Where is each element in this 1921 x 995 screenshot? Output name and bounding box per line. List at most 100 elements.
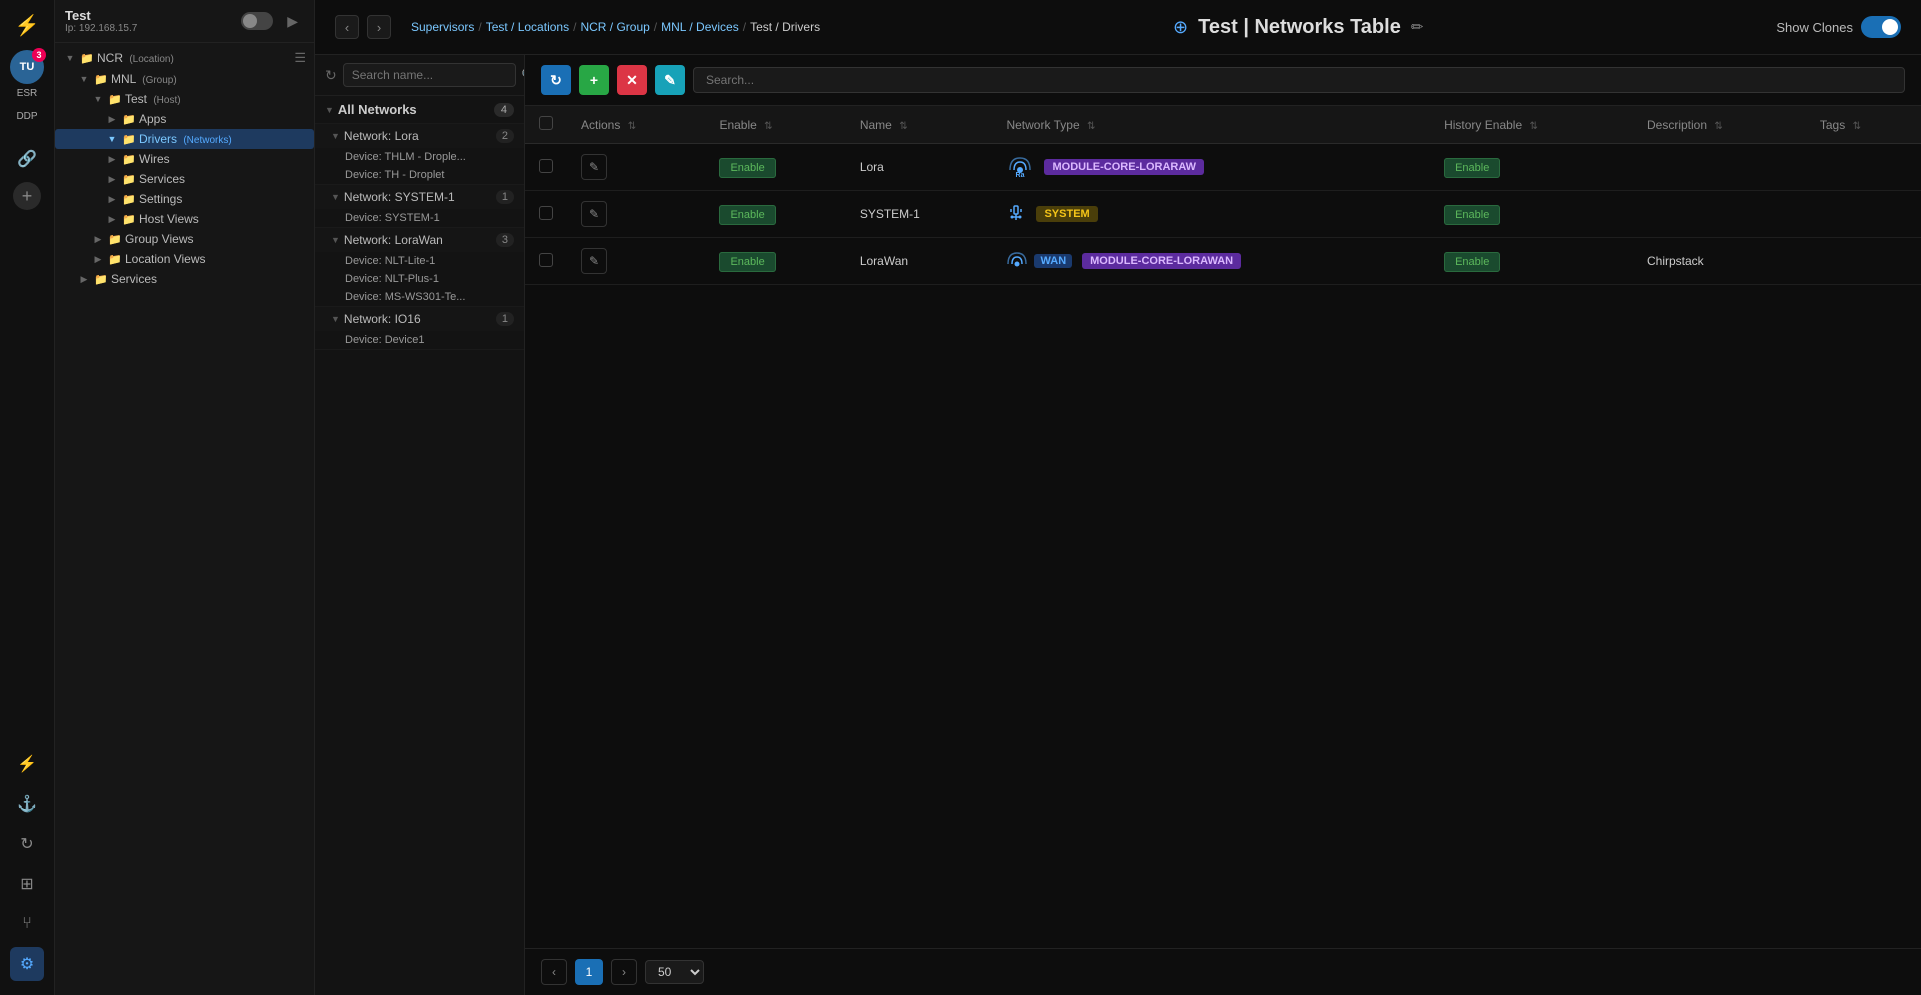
network-group-lora-header[interactable]: ▼ Network: Lora 2 bbox=[315, 124, 524, 148]
select-lora-checkbox[interactable] bbox=[539, 159, 553, 173]
current-page-number[interactable]: 1 bbox=[575, 959, 603, 985]
chevron-host-views: ▶ bbox=[105, 212, 119, 226]
anchor-icon[interactable]: ⚓ bbox=[10, 787, 44, 821]
device-device1[interactable]: Device: Device1 bbox=[315, 331, 524, 349]
chevron-mnl: ▼ bbox=[77, 72, 91, 86]
th-network-type[interactable]: Network Type ⇅ bbox=[992, 106, 1430, 144]
grid-icon[interactable]: ⊞ bbox=[10, 867, 44, 901]
sidebar-item-host-views[interactable]: ▶ 📁 Host Views bbox=[55, 209, 314, 229]
topbar-nav: ‹ › bbox=[335, 15, 391, 39]
target-icon: ⊕ bbox=[1173, 17, 1188, 38]
edit-system1-button[interactable]: ✎ bbox=[581, 201, 607, 227]
th-history-enable[interactable]: History Enable ⇅ bbox=[1430, 106, 1633, 144]
sidebar-label-apps: Apps bbox=[139, 112, 166, 126]
user-avatar-tu[interactable]: TU 3 bbox=[10, 50, 44, 84]
td-name-lora: Lora bbox=[846, 144, 993, 191]
device-ms-ws301[interactable]: Device: MS-WS301-Te... bbox=[315, 288, 524, 306]
sidebar: Test Ip: 192.168.15.7 ▶ ▼ 📁 NCR (Locatio… bbox=[55, 0, 315, 995]
th-enable[interactable]: Enable ⇅ bbox=[705, 106, 845, 144]
rail-add-button[interactable]: + bbox=[13, 182, 41, 210]
th-actions[interactable]: Actions ⇅ bbox=[567, 106, 705, 144]
sidebar-item-drivers[interactable]: ▼ 📁 Drivers (Networks) bbox=[55, 129, 314, 149]
chevron-group-views: ▶ bbox=[91, 232, 105, 246]
nav-back-button[interactable]: ‹ bbox=[335, 15, 359, 39]
td-actions-system1: ✎ bbox=[567, 191, 705, 238]
device-nlt-plus[interactable]: Device: NLT-Plus-1 bbox=[315, 270, 524, 288]
sidebar-item-settings[interactable]: ▶ 📁 Settings bbox=[55, 189, 314, 209]
table-row-lorawan: ✎ Enable LoraWan bbox=[525, 238, 1921, 285]
gear-icon[interactable]: ⚙ bbox=[10, 947, 44, 981]
sidebar-item-group-views[interactable]: ▶ 📁 Group Views bbox=[55, 229, 314, 249]
sidebar-label-location-views: Location Views bbox=[125, 252, 206, 266]
all-networks-header[interactable]: ▼ All Networks 4 bbox=[315, 96, 524, 124]
sidebar-title: Test bbox=[65, 8, 137, 23]
main-area: ‹ › Supervisors / Test / Locations / NCR… bbox=[315, 0, 1921, 995]
refresh-icon[interactable]: ↻ bbox=[10, 827, 44, 861]
page-size-select[interactable]: 10 20 50 100 bbox=[645, 960, 704, 984]
folder-host-views-icon: 📁 bbox=[122, 212, 136, 226]
select-system1-checkbox[interactable] bbox=[539, 206, 553, 220]
edit-lorawan-button[interactable]: ✎ bbox=[581, 248, 607, 274]
sidebar-item-services-top[interactable]: ▶ 📁 Services bbox=[55, 269, 314, 289]
sidebar-item-test[interactable]: ▼ 📁 Test (Host) bbox=[55, 89, 314, 109]
sidebar-item-ncr[interactable]: ▼ 📁 NCR (Location) ☰ bbox=[55, 47, 314, 69]
select-lorawan-checkbox[interactable] bbox=[539, 253, 553, 267]
network-panel-search-input[interactable] bbox=[343, 63, 516, 87]
hamburger-ncr-icon[interactable]: ☰ bbox=[294, 50, 306, 66]
prev-page-button[interactable]: ‹ bbox=[541, 959, 567, 985]
link-icon[interactable]: 🔗 bbox=[10, 142, 44, 176]
network-group-system1-header[interactable]: ▼ Network: SYSTEM-1 1 bbox=[315, 185, 524, 209]
breadcrumb-mnl-devices[interactable]: MNL / Devices bbox=[661, 20, 739, 34]
sidebar-item-location-views[interactable]: ▶ 📁 Location Views bbox=[55, 249, 314, 269]
table-toolbar: ↻ + ✕ ✎ bbox=[525, 55, 1921, 106]
sidebar-item-wires[interactable]: ▶ 📁 Wires bbox=[55, 149, 314, 169]
breadcrumb-supervisors[interactable]: Supervisors bbox=[411, 20, 474, 34]
page-title-edit-icon[interactable]: ✏ bbox=[1411, 18, 1424, 36]
td-select-system1[interactable] bbox=[525, 191, 567, 238]
lora-chevron: ▼ bbox=[331, 131, 340, 141]
edit-table-button[interactable]: ✎ bbox=[655, 65, 685, 95]
th-name[interactable]: Name ⇅ bbox=[846, 106, 993, 144]
chevron-ncr: ▼ bbox=[63, 51, 77, 65]
delete-button[interactable]: ✕ bbox=[617, 65, 647, 95]
th-select-all[interactable] bbox=[525, 106, 567, 144]
app-logo-icon[interactable]: ⚡ bbox=[10, 8, 44, 42]
th-description[interactable]: Description ⇅ bbox=[1633, 106, 1806, 144]
td-history-enable-lora: Enable bbox=[1430, 144, 1633, 191]
network-group-io16-header[interactable]: ▼ Network: IO16 1 bbox=[315, 307, 524, 331]
plug-icon[interactable]: ⚡ bbox=[10, 747, 44, 781]
th-tags[interactable]: Tags ⇅ bbox=[1806, 106, 1921, 144]
nav-forward-button[interactable]: › bbox=[367, 15, 391, 39]
breadcrumb-test-locations[interactable]: Test / Locations bbox=[486, 20, 569, 34]
td-select-lora[interactable] bbox=[525, 144, 567, 191]
network-panel-refresh-icon[interactable]: ↻ bbox=[325, 67, 337, 84]
network-group-lorawan-header[interactable]: ▼ Network: LoraWan 3 bbox=[315, 228, 524, 252]
device-th-droplet[interactable]: Device: TH - Droplet bbox=[315, 166, 524, 184]
select-all-checkbox[interactable] bbox=[539, 116, 553, 130]
add-button[interactable]: + bbox=[579, 65, 609, 95]
show-clones-toggle[interactable] bbox=[1861, 16, 1901, 38]
sidebar-toggle[interactable] bbox=[241, 12, 273, 30]
branch-icon[interactable]: ⑂ bbox=[10, 907, 44, 941]
sidebar-item-mnl[interactable]: ▼ 📁 MNL (Group) bbox=[55, 69, 314, 89]
device-system1[interactable]: Device: SYSTEM-1 bbox=[315, 209, 524, 227]
breadcrumb-ncr-group[interactable]: NCR / Group bbox=[580, 20, 649, 34]
lorawan-group-count: 3 bbox=[496, 233, 514, 247]
topbar: ‹ › Supervisors / Test / Locations / NCR… bbox=[315, 0, 1921, 55]
next-page-button[interactable]: › bbox=[611, 959, 637, 985]
all-networks-label: All Networks bbox=[338, 102, 494, 117]
td-enable-lorawan: Enable bbox=[705, 238, 845, 285]
refresh-button[interactable]: ↻ bbox=[541, 65, 571, 95]
device-nlt-lite[interactable]: Device: NLT-Lite-1 bbox=[315, 252, 524, 270]
td-select-lorawan[interactable] bbox=[525, 238, 567, 285]
device-thlm[interactable]: Device: THLM - Drople... bbox=[315, 148, 524, 166]
folder-drivers-icon: 📁 bbox=[122, 132, 136, 146]
sidebar-item-apps[interactable]: ▶ 📁 Apps bbox=[55, 109, 314, 129]
sidebar-collapse-button[interactable]: ▶ bbox=[281, 11, 304, 32]
sidebar-item-services[interactable]: ▶ 📁 Services bbox=[55, 169, 314, 189]
sidebar-label-host-views: Host Views bbox=[139, 212, 199, 226]
edit-lora-button[interactable]: ✎ bbox=[581, 154, 607, 180]
td-tags-system1 bbox=[1806, 191, 1921, 238]
table-search-input[interactable] bbox=[693, 67, 1905, 93]
lorawan-badge: MODULE-CORE-LORAWAN bbox=[1082, 253, 1241, 269]
